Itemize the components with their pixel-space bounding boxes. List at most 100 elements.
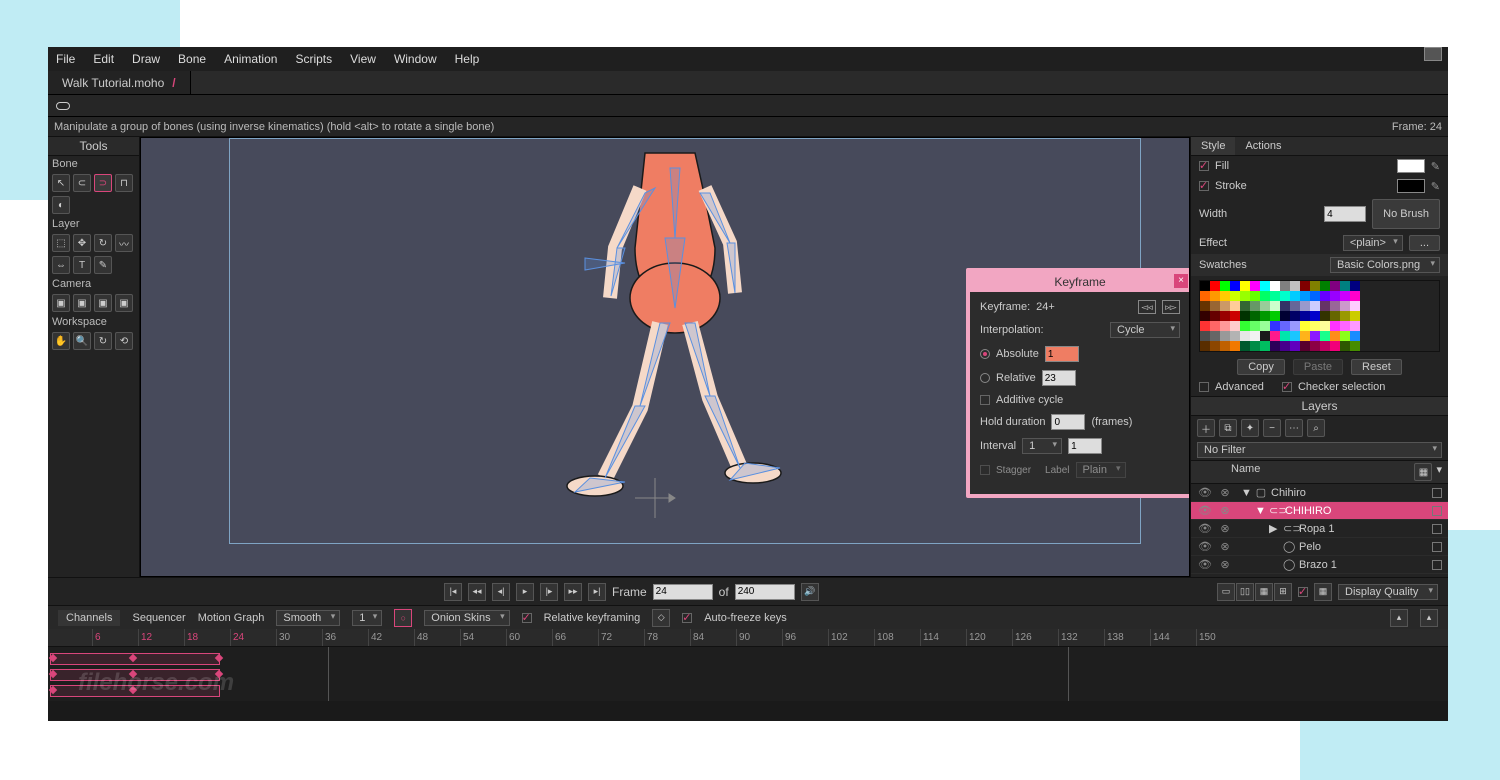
menu-scripts[interactable]: Scripts bbox=[295, 52, 332, 66]
swatch-cell[interactable] bbox=[1230, 281, 1240, 291]
swatch-cell[interactable] bbox=[1310, 331, 1320, 341]
swatch-cell[interactable] bbox=[1280, 311, 1290, 321]
visibility-icon[interactable]: 👁 bbox=[1197, 576, 1213, 577]
timeline-ruler[interactable]: 6121824303642485460667278849096102108114… bbox=[48, 629, 1448, 647]
swatch-cell[interactable] bbox=[1340, 331, 1350, 341]
tab-sequencer[interactable]: Sequencer bbox=[132, 612, 185, 624]
swatch-cell[interactable] bbox=[1210, 281, 1220, 291]
menu-help[interactable]: Help bbox=[455, 52, 480, 66]
swatch-cell[interactable] bbox=[1250, 321, 1260, 331]
layer-color-tag[interactable] bbox=[1432, 488, 1442, 498]
layer-row[interactable]: 👁⊗▶⊂⊃Ropa 1 bbox=[1191, 520, 1448, 538]
timeline-tracks[interactable] bbox=[48, 647, 1448, 701]
view-split-button[interactable]: ▯▯ bbox=[1236, 583, 1254, 601]
panel-toggle-icon[interactable] bbox=[1424, 47, 1442, 61]
total-frames-input[interactable] bbox=[735, 584, 795, 600]
audio-button[interactable]: 🔊 bbox=[801, 583, 819, 601]
additive-checkbox[interactable] bbox=[980, 395, 990, 405]
swatch-cell[interactable] bbox=[1320, 331, 1330, 341]
next-keyframe-button[interactable]: ▹▻ bbox=[1162, 300, 1180, 314]
advanced-checkbox[interactable] bbox=[1199, 382, 1209, 392]
swatch-cell[interactable] bbox=[1280, 341, 1290, 351]
ruler-tick[interactable]: 102 bbox=[828, 629, 874, 646]
chevron-down-icon[interactable]: ▾ bbox=[1436, 463, 1442, 481]
ruler-tick[interactable]: 30 bbox=[276, 629, 322, 646]
swatch-cell[interactable] bbox=[1230, 301, 1240, 311]
prev-keyframe-button[interactable]: ◅◃ bbox=[1138, 300, 1156, 314]
swatch-cell[interactable] bbox=[1230, 291, 1240, 301]
ruler-tick[interactable]: 96 bbox=[782, 629, 828, 646]
keyframe-tool-button[interactable]: ◇ bbox=[652, 609, 670, 627]
ruler-tick[interactable]: 54 bbox=[460, 629, 506, 646]
timeline-menu-button[interactable]: ▴ bbox=[1420, 609, 1438, 627]
swatch-cell[interactable] bbox=[1300, 311, 1310, 321]
swatch-cell[interactable] bbox=[1330, 321, 1340, 331]
layer-row[interactable]: 👁⊗◯Cinturon bbox=[1191, 574, 1448, 577]
bone-add-tool[interactable]: ⊂ bbox=[73, 174, 91, 192]
bone-link-icon[interactable]: ⊗ bbox=[1217, 522, 1233, 535]
visibility-icon[interactable]: 👁 bbox=[1197, 486, 1213, 499]
menu-edit[interactable]: Edit bbox=[93, 52, 114, 66]
absolute-input[interactable] bbox=[1045, 346, 1079, 362]
swatch-cell[interactable] bbox=[1220, 331, 1230, 341]
display-quality-checkbox[interactable] bbox=[1298, 587, 1308, 597]
bone-transform-tool[interactable]: ⊓ bbox=[115, 174, 133, 192]
swatch-cell[interactable] bbox=[1280, 281, 1290, 291]
step-back-button[interactable]: ◂| bbox=[492, 583, 510, 601]
menu-animation[interactable]: Animation bbox=[224, 52, 277, 66]
record-button[interactable]: ○ bbox=[394, 609, 412, 627]
layer-ref-button[interactable]: ✦ bbox=[1241, 419, 1259, 437]
swatch-cell[interactable] bbox=[1260, 341, 1270, 351]
close-icon[interactable]: × bbox=[1174, 274, 1188, 288]
relative-radio[interactable] bbox=[980, 373, 990, 383]
swatch-cell[interactable] bbox=[1330, 311, 1340, 321]
swatch-cell[interactable] bbox=[1330, 291, 1340, 301]
swatch-cell[interactable] bbox=[1350, 341, 1360, 351]
orbit-workspace-tool[interactable]: ⟲ bbox=[115, 332, 133, 350]
view-grid-button[interactable]: ▦ bbox=[1255, 583, 1273, 601]
swatch-cell[interactable] bbox=[1290, 321, 1300, 331]
ruler-tick[interactable]: 6 bbox=[92, 629, 138, 646]
layer-path-tool[interactable]: 〰 bbox=[115, 234, 133, 252]
tab-channels[interactable]: Channels bbox=[58, 610, 120, 626]
ruler-tick[interactable]: 18 bbox=[184, 629, 230, 646]
smoothing-dropdown[interactable]: Smooth bbox=[276, 610, 340, 626]
swatch-cell[interactable] bbox=[1280, 291, 1290, 301]
menu-window[interactable]: Window bbox=[394, 52, 437, 66]
swatch-cell[interactable] bbox=[1320, 341, 1330, 351]
bone-tool[interactable]: ◐ bbox=[52, 196, 70, 214]
menu-file[interactable]: File bbox=[56, 52, 75, 66]
duplicate-layer-button[interactable]: ⧉ bbox=[1219, 419, 1237, 437]
document-tab[interactable]: Walk Tutorial.moho / bbox=[48, 71, 191, 94]
swatch-cell[interactable] bbox=[1210, 301, 1220, 311]
ruler-tick[interactable]: 120 bbox=[966, 629, 1012, 646]
camera-track-tool[interactable]: ▣ bbox=[52, 294, 70, 312]
swatch-cell[interactable] bbox=[1340, 291, 1350, 301]
swatch-cell[interactable] bbox=[1350, 331, 1360, 341]
expand-icon[interactable]: ▼ bbox=[1255, 505, 1265, 517]
tab-actions[interactable]: Actions bbox=[1235, 137, 1291, 155]
swatch-cell[interactable] bbox=[1270, 291, 1280, 301]
layer-search-button[interactable]: ⌕ bbox=[1307, 419, 1325, 437]
layer-row[interactable]: 👁⊗▼⊂⊃CHIHIRO bbox=[1191, 502, 1448, 520]
swatch-cell[interactable] bbox=[1340, 341, 1350, 351]
swatch-cell[interactable] bbox=[1250, 341, 1260, 351]
swatch-cell[interactable] bbox=[1260, 331, 1270, 341]
stroke-checkbox[interactable] bbox=[1199, 181, 1209, 191]
timeline-collapse-button[interactable]: ▴ bbox=[1390, 609, 1408, 627]
ruler-tick[interactable]: 48 bbox=[414, 629, 460, 646]
swatch-cell[interactable] bbox=[1350, 291, 1360, 301]
visibility-icon[interactable]: 👁 bbox=[1197, 540, 1213, 553]
layer-menu-button[interactable]: ⋯ bbox=[1285, 419, 1303, 437]
stagger-checkbox[interactable] bbox=[980, 465, 990, 475]
ruler-tick[interactable]: 138 bbox=[1104, 629, 1150, 646]
ruler-tick[interactable]: 60 bbox=[506, 629, 552, 646]
effect-dropdown[interactable]: <plain> bbox=[1343, 235, 1403, 251]
close-icon[interactable]: / bbox=[172, 76, 175, 90]
ruler-tick[interactable]: 42 bbox=[368, 629, 414, 646]
canvas[interactable]: Keyframe × Keyframe: 24+ ◅◃ ▹▻ Interpola… bbox=[140, 137, 1190, 577]
smoothing-value-dropdown[interactable]: 1 bbox=[352, 610, 382, 626]
ruler-tick[interactable]: 36 bbox=[322, 629, 368, 646]
swatch-cell[interactable] bbox=[1250, 301, 1260, 311]
swatch-cell[interactable] bbox=[1290, 331, 1300, 341]
